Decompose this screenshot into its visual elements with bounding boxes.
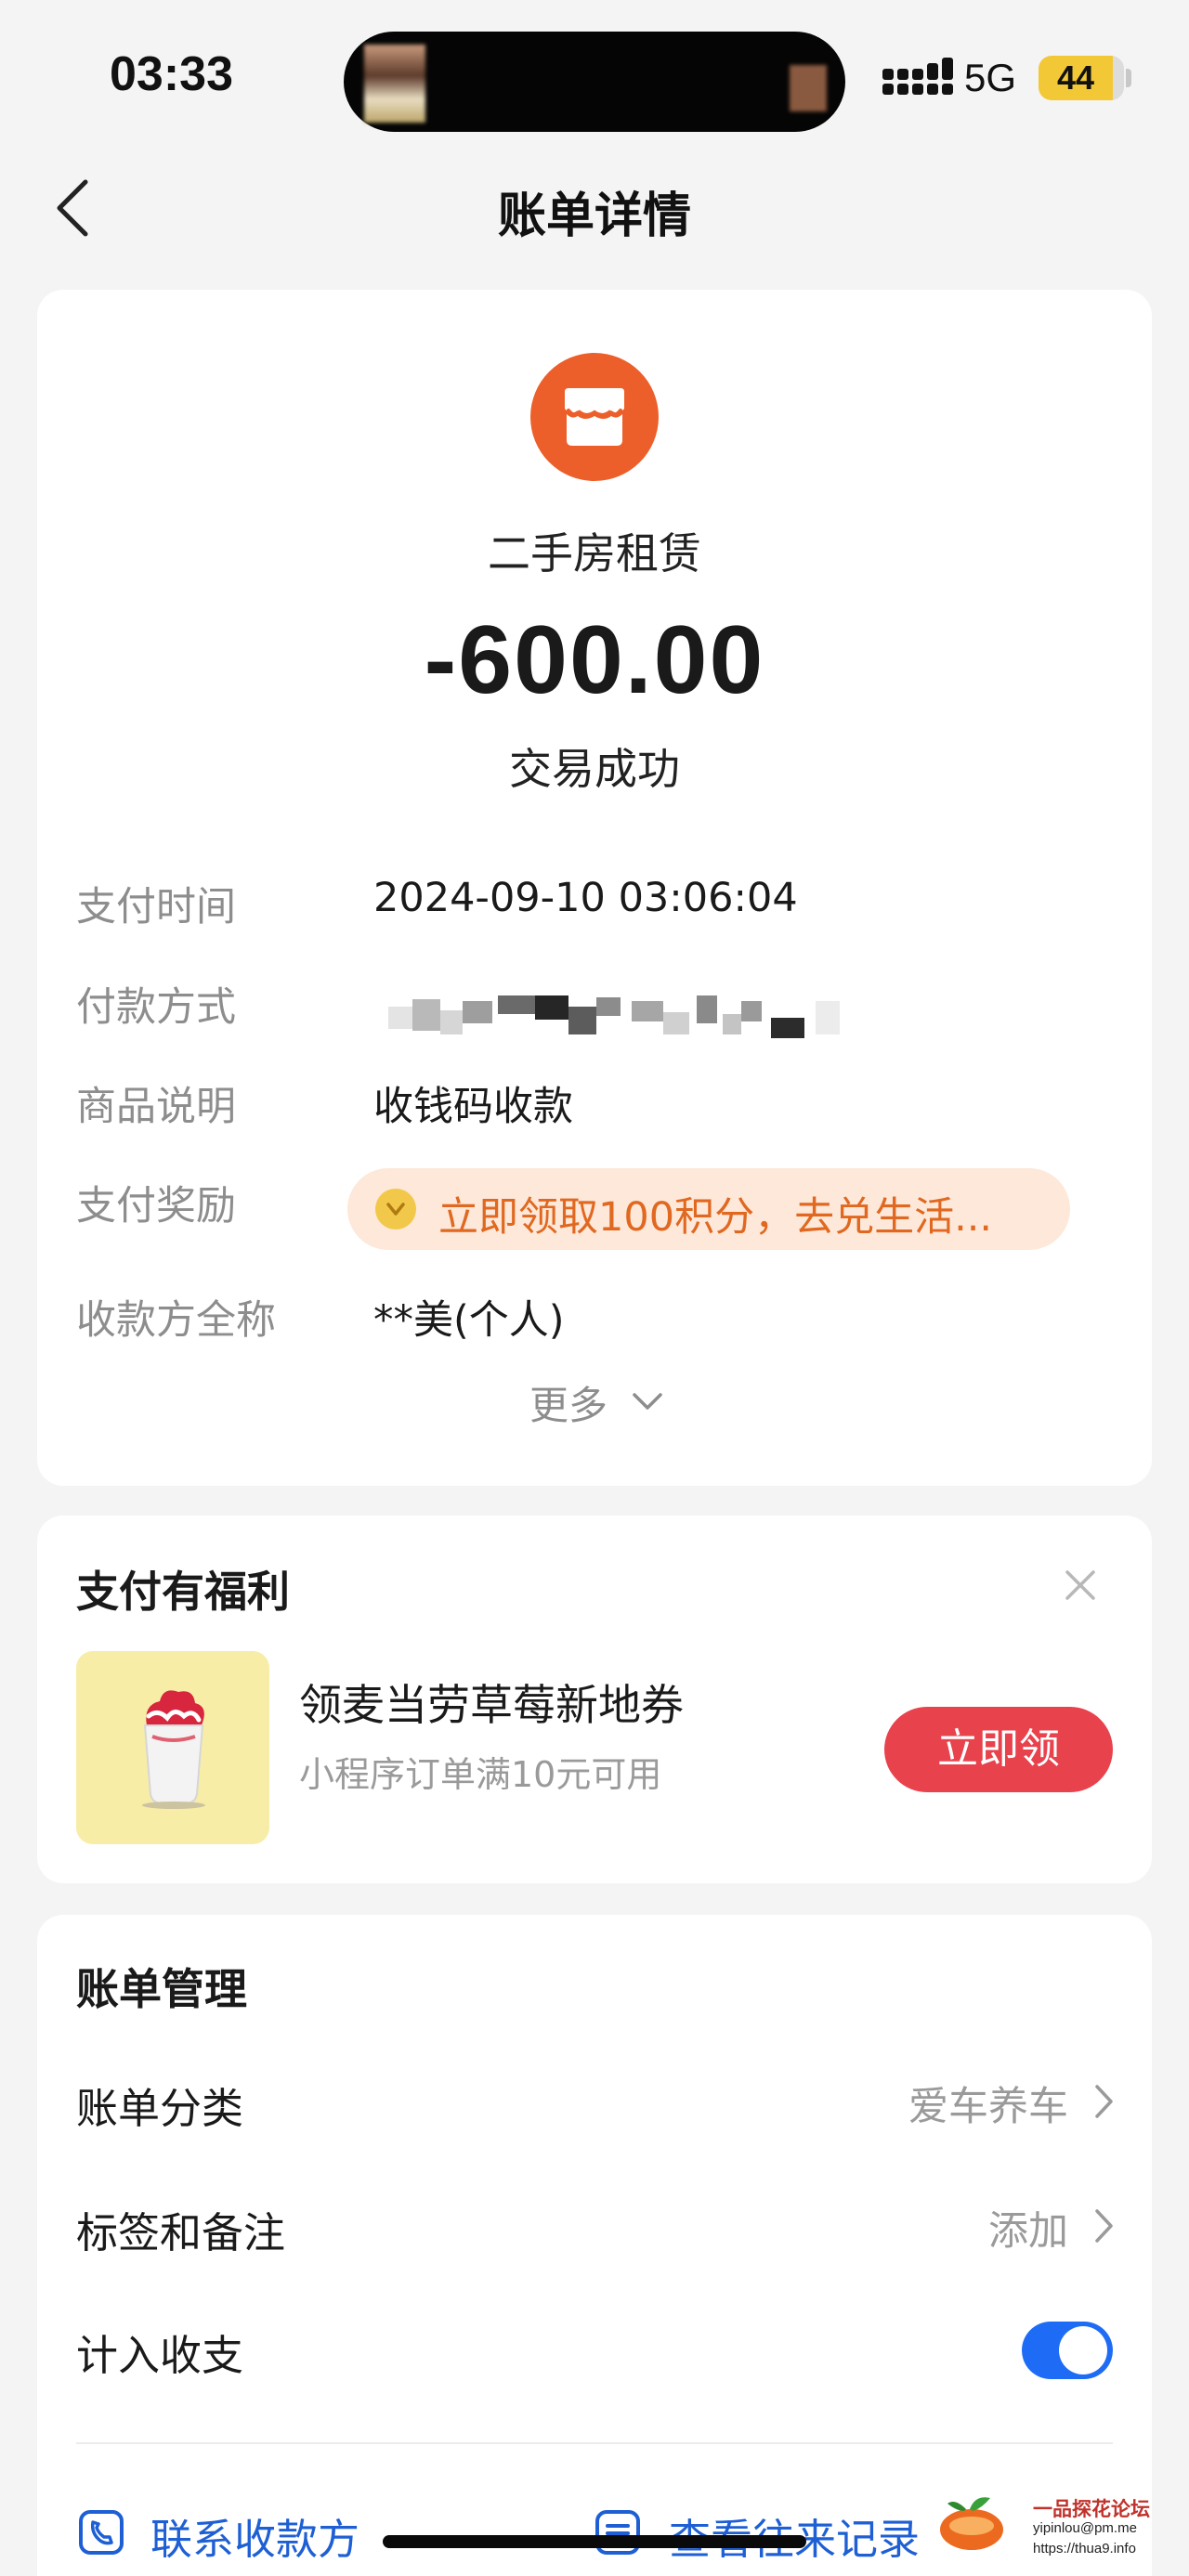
reward-claim-pill[interactable]: 立即领取100积分，去兑生活...: [347, 1168, 1070, 1250]
page-title: 账单详情: [497, 189, 691, 244]
pay-time-value: 2024-09-10 03:06:04: [373, 875, 798, 921]
watermark-email: yipinlou@pm.me: [1033, 2520, 1137, 2536]
promo-title: 支付有福利: [76, 1567, 290, 1617]
blurred-indicator: [790, 65, 827, 111]
record-list-icon[interactable]: [594, 2509, 641, 2556]
chevron-right-icon[interactable]: [1094, 2084, 1115, 2119]
shop-icon: [530, 353, 659, 481]
category-label[interactable]: 账单分类: [76, 2075, 243, 2135]
divider: [76, 2442, 1113, 2444]
pay-time-label: 支付时间: [76, 884, 236, 930]
status-time: 03:33: [110, 47, 233, 101]
promo-item-desc: 小程序订单满10元可用: [299, 1754, 662, 1795]
payee-value: **美(个人): [373, 1297, 565, 1344]
promo-card: 支付有福利 领麦当劳草莓新地券 小程序订单满10元可用 立即领: [37, 1516, 1152, 1883]
chevron-right-icon[interactable]: [1094, 2208, 1115, 2244]
reward-label: 支付奖励: [76, 1183, 236, 1229]
product-value: 收钱码收款: [373, 1084, 573, 1130]
more-button[interactable]: 更多: [529, 1374, 608, 1431]
transaction-status: 交易成功: [509, 744, 680, 794]
pay-method-redacted: [388, 994, 871, 1042]
blurred-avatar: [364, 45, 425, 123]
tag-note-value[interactable]: 添加: [988, 2199, 1068, 2257]
toggle-knob: [1059, 2326, 1107, 2374]
phone-icon[interactable]: [78, 2509, 124, 2556]
status-bar: 03:33 5G 44: [0, 0, 1189, 158]
transaction-card: 二手房租赁 -600.00 交易成功 支付时间 2024-09-10 03:06…: [37, 290, 1152, 1486]
points-coin-icon: [375, 1189, 416, 1229]
watermark-title: 一品探花论坛: [1033, 2498, 1150, 2520]
watermark-url: https://thua9.info: [1033, 2541, 1136, 2556]
include-stats-label: 计入收支: [76, 2331, 244, 2380]
promo-item-name: 领麦当劳草莓新地券: [299, 1680, 684, 1730]
home-indicator[interactable]: [383, 2535, 806, 2548]
sundae-image: [76, 1651, 269, 1844]
signal-icon: [882, 58, 953, 95]
network-type: 5G: [964, 56, 1017, 99]
category-value[interactable]: 爱车养车: [908, 2075, 1068, 2132]
management-title: 账单管理: [76, 1964, 247, 2014]
tag-note-label[interactable]: 标签和备注: [76, 2199, 285, 2259]
transaction-amount: -600.00: [424, 606, 765, 714]
pay-method-label: 付款方式: [76, 984, 236, 1031]
product-label: 商品说明: [76, 1084, 236, 1130]
reward-text: 立即领取100积分，去兑生活...: [438, 1194, 993, 1241]
bill-detail-screen: 03:33 5G 44 账单详情 二手房租赁 -600.00 交易成功 支付时间…: [0, 0, 1189, 2576]
battery-level-text: 44: [1056, 59, 1095, 97]
close-icon[interactable]: [1065, 1569, 1096, 1601]
chevron-down-icon[interactable]: [632, 1391, 663, 1412]
battery-icon: 44: [1039, 56, 1124, 100]
watermark-logo: [940, 2497, 1003, 2550]
battery-cap: [1126, 69, 1131, 87]
bill-management-card: 账单管理 账单分类 爱车养车 标签和备注 添加 计入收支 联系收款方 查看往来记…: [37, 1915, 1152, 2576]
payee-label: 收款方全称: [76, 1297, 276, 1344]
contact-payee-button[interactable]: 联系收款方: [150, 2505, 359, 2566]
claim-coupon-button[interactable]: 立即领: [884, 1707, 1113, 1792]
include-stats-toggle[interactable]: [1022, 2322, 1113, 2379]
merchant-name: 二手房租赁: [488, 528, 701, 579]
